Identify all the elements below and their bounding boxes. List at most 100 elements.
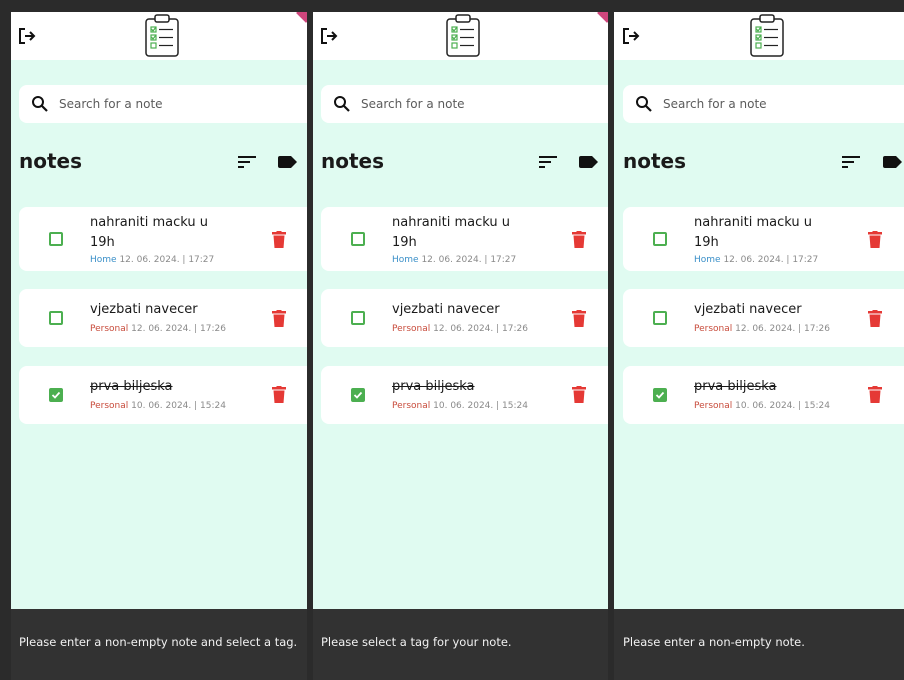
note-title: vjezbati navecer bbox=[90, 302, 198, 317]
search-input[interactable]: Search for a note bbox=[321, 85, 608, 123]
note-card[interactable]: vjezbati navecer Personal 12. 06. 2024. … bbox=[623, 289, 904, 347]
note-title-line-1: nahraniti macku u bbox=[392, 215, 510, 230]
note-date: 10. 06. 2024. | 15:24 bbox=[433, 401, 528, 411]
phone-screen-3: Search for a note notes nahraniti macku … bbox=[614, 12, 904, 680]
search-icon bbox=[636, 96, 652, 112]
snackbar-message: Please enter a non-empty note and select… bbox=[19, 635, 298, 649]
trash-icon[interactable] bbox=[868, 231, 882, 248]
note-meta: Home 12. 06. 2024. | 17:27 bbox=[90, 255, 214, 265]
trash-icon[interactable] bbox=[868, 310, 882, 327]
note-title-line-2: 19h bbox=[392, 235, 417, 250]
page-title: notes bbox=[19, 149, 83, 173]
label-icon[interactable] bbox=[278, 155, 298, 169]
note-meta: Home 12. 06. 2024. | 17:27 bbox=[694, 255, 818, 265]
note-title: prva biljeska bbox=[392, 379, 475, 394]
app-bar bbox=[11, 12, 307, 60]
note-tag: Personal bbox=[392, 324, 431, 334]
note-title: nahraniti macku u 19h bbox=[694, 213, 812, 253]
sort-icon[interactable] bbox=[238, 155, 256, 169]
note-date: 10. 06. 2024. | 15:24 bbox=[735, 401, 830, 411]
note-tag: Personal bbox=[90, 324, 129, 334]
logout-icon[interactable] bbox=[621, 26, 641, 46]
note-meta: Personal 12. 06. 2024. | 17:26 bbox=[694, 324, 830, 334]
note-title: nahraniti macku u 19h bbox=[392, 213, 510, 253]
note-tag: Personal bbox=[694, 401, 733, 411]
check-icon bbox=[353, 391, 363, 399]
logout-icon[interactable] bbox=[17, 26, 37, 46]
note-tag: Personal bbox=[90, 401, 129, 411]
note-date: 12. 06. 2024. | 17:27 bbox=[119, 255, 215, 265]
snackbar-message: Please enter a non-empty note. bbox=[623, 635, 805, 649]
sort-icon[interactable] bbox=[539, 155, 557, 169]
snackbar: Please select a tag for your note. bbox=[313, 609, 608, 680]
note-meta: Personal 12. 06. 2024. | 17:26 bbox=[90, 324, 226, 334]
search-icon bbox=[32, 96, 48, 112]
note-title-line-2: 19h bbox=[90, 235, 115, 250]
note-tag: Home bbox=[90, 255, 117, 265]
note-card[interactable]: prva biljeska Personal 10. 06. 2024. | 1… bbox=[19, 366, 307, 424]
snackbar: Please enter a non-empty note and select… bbox=[11, 609, 307, 680]
note-checkbox[interactable] bbox=[49, 311, 63, 325]
note-checkbox[interactable] bbox=[351, 311, 365, 325]
top-frame-strip bbox=[0, 0, 904, 12]
note-title-line-1: nahraniti macku u bbox=[694, 215, 812, 230]
note-meta: Personal 10. 06. 2024. | 15:24 bbox=[90, 401, 226, 411]
check-icon bbox=[655, 391, 665, 399]
note-date: 12. 06. 2024. | 17:27 bbox=[421, 255, 517, 265]
trash-icon[interactable] bbox=[572, 386, 586, 403]
note-meta: Home 12. 06. 2024. | 17:27 bbox=[392, 255, 516, 265]
trash-icon[interactable] bbox=[868, 386, 882, 403]
note-meta: Personal 10. 06. 2024. | 15:24 bbox=[694, 401, 830, 411]
note-meta: Personal 12. 06. 2024. | 17:26 bbox=[392, 324, 528, 334]
note-title-line-2: 19h bbox=[694, 235, 719, 250]
trash-icon[interactable] bbox=[272, 310, 286, 327]
note-checkbox[interactable] bbox=[351, 388, 365, 402]
note-title: vjezbati navecer bbox=[694, 302, 802, 317]
note-checkbox[interactable] bbox=[49, 388, 63, 402]
note-card[interactable]: prva biljeska Personal 10. 06. 2024. | 1… bbox=[623, 366, 904, 424]
note-date: 12. 06. 2024. | 17:26 bbox=[433, 324, 528, 334]
snackbar-message: Please select a tag for your note. bbox=[321, 635, 512, 649]
trash-icon[interactable] bbox=[272, 231, 286, 248]
note-card[interactable]: nahraniti macku u 19h Home 12. 06. 2024.… bbox=[321, 207, 608, 271]
note-card[interactable]: vjezbati navecer Personal 12. 06. 2024. … bbox=[19, 289, 307, 347]
label-icon[interactable] bbox=[883, 155, 903, 169]
snackbar: Please enter a non-empty note. bbox=[614, 609, 904, 680]
logout-icon[interactable] bbox=[319, 26, 339, 46]
note-tag: Home bbox=[392, 255, 419, 265]
note-checkbox[interactable] bbox=[653, 388, 667, 402]
note-tag: Personal bbox=[392, 401, 431, 411]
note-checkbox[interactable] bbox=[653, 311, 667, 325]
note-date: 12. 06. 2024. | 17:26 bbox=[735, 324, 830, 334]
trash-icon[interactable] bbox=[272, 386, 286, 403]
search-input[interactable]: Search for a note bbox=[19, 85, 307, 123]
note-card[interactable]: vjezbati navecer Personal 12. 06. 2024. … bbox=[321, 289, 608, 347]
search-input[interactable]: Search for a note bbox=[623, 85, 904, 123]
note-checkbox[interactable] bbox=[653, 232, 667, 246]
note-checkbox[interactable] bbox=[49, 232, 63, 246]
trash-icon[interactable] bbox=[572, 310, 586, 327]
note-meta: Personal 10. 06. 2024. | 15:24 bbox=[392, 401, 528, 411]
clipboard-checklist-icon bbox=[145, 14, 179, 57]
note-title: prva biljeska bbox=[694, 379, 777, 394]
note-title-line-1: nahraniti macku u bbox=[90, 215, 208, 230]
note-card[interactable]: prva biljeska Personal 10. 06. 2024. | 1… bbox=[321, 366, 608, 424]
page-title: notes bbox=[623, 149, 687, 173]
note-checkbox[interactable] bbox=[351, 232, 365, 246]
debug-banner bbox=[597, 12, 608, 23]
trash-icon[interactable] bbox=[572, 231, 586, 248]
phone-screen-1: Search for a note notes nahraniti macku … bbox=[11, 12, 307, 680]
search-icon bbox=[334, 96, 350, 112]
note-title: vjezbati navecer bbox=[392, 302, 500, 317]
phone-screen-2: Search for a note notes nahraniti macku … bbox=[313, 12, 608, 680]
left-frame-strip bbox=[0, 0, 11, 680]
search-placeholder: Search for a note bbox=[663, 97, 767, 111]
note-date: 12. 06. 2024. | 17:26 bbox=[131, 324, 226, 334]
sort-icon[interactable] bbox=[842, 155, 860, 169]
clipboard-checklist-icon bbox=[446, 14, 480, 57]
note-card[interactable]: nahraniti macku u 19h Home 12. 06. 2024.… bbox=[19, 207, 307, 271]
label-icon[interactable] bbox=[579, 155, 599, 169]
note-date: 10. 06. 2024. | 15:24 bbox=[131, 401, 226, 411]
note-card[interactable]: nahraniti macku u 19h Home 12. 06. 2024.… bbox=[623, 207, 904, 271]
check-icon bbox=[51, 391, 61, 399]
